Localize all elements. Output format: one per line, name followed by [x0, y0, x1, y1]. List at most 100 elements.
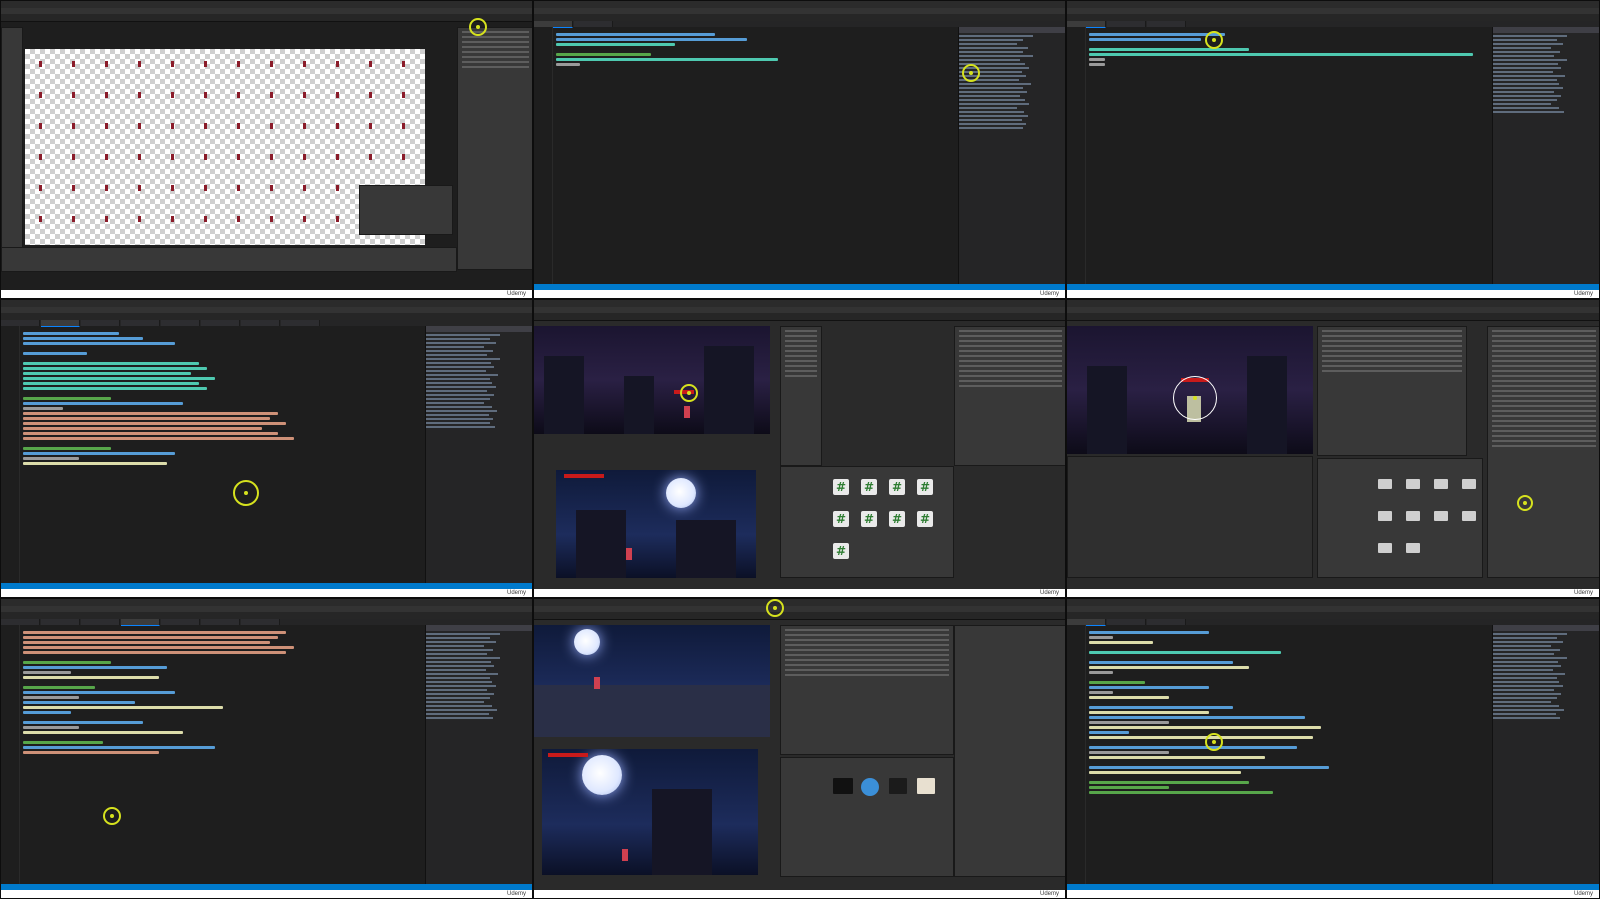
script-asset-icon: # — [861, 479, 877, 495]
sprite-frame — [204, 216, 207, 222]
caption-strip — [1067, 589, 1599, 597]
sprite-frame — [138, 185, 141, 191]
caption-strip — [1067, 290, 1599, 298]
sprite-frame — [72, 216, 75, 222]
hierarchy-panel[interactable] — [780, 326, 822, 466]
watermark-text: Udemy — [1573, 890, 1593, 898]
sprite-frame — [270, 216, 273, 222]
sprite-frame — [171, 123, 174, 129]
sprite-frame — [138, 216, 141, 222]
script-asset-icon: # — [861, 511, 877, 527]
watermark-text: Udemy — [506, 890, 526, 898]
sprite-frame — [72, 185, 75, 191]
sprite-frame — [303, 61, 306, 67]
folder-icon — [1462, 511, 1476, 521]
folder-icon — [1378, 479, 1392, 489]
sprite-frame — [336, 185, 339, 191]
sprite-frame — [336, 154, 339, 160]
sprite-frame — [303, 185, 306, 191]
sprite-frame — [237, 154, 240, 160]
watermark-text: Udemy — [1039, 290, 1059, 298]
folder-icon — [1406, 543, 1420, 553]
sprite-frame — [171, 92, 174, 98]
caption-strip — [1, 589, 532, 597]
sprite-frame — [105, 61, 108, 67]
hierarchy-panel[interactable] — [780, 625, 954, 755]
line-gutter — [1, 625, 20, 884]
sprite-frame — [270, 92, 273, 98]
watermark-text: Udemy — [506, 589, 526, 597]
title-bar — [1, 599, 532, 606]
caption-strip — [1067, 890, 1599, 898]
scene-view[interactable] — [534, 625, 770, 737]
code-editor[interactable] — [556, 31, 953, 282]
folder-icon — [1462, 479, 1476, 489]
hierarchy-panel — [1, 27, 23, 270]
gizmo-circle-icon — [1173, 376, 1217, 420]
toolbar[interactable] — [1067, 313, 1599, 321]
solution-explorer[interactable] — [425, 625, 532, 884]
tile-vs-enemy-states-2: Udemy — [0, 598, 533, 899]
player-sprite — [594, 677, 600, 689]
sprite-frame — [336, 92, 339, 98]
sprite-frame — [171, 216, 174, 222]
code-editor[interactable] — [23, 330, 422, 581]
script-asset-icon: # — [889, 479, 905, 495]
code-editor[interactable] — [1089, 629, 1489, 882]
folder-icon — [1378, 511, 1392, 521]
cursor-highlight-icon — [233, 480, 259, 506]
script-asset-icon: # — [889, 511, 905, 527]
sprite-frame — [402, 61, 405, 67]
inspector-panel[interactable] — [954, 326, 1065, 466]
tile-unity-scene-game-2: Udemy — [533, 598, 1066, 899]
sprite-frame — [105, 185, 108, 191]
project-panel[interactable] — [780, 757, 954, 877]
hierarchy-panel[interactable] — [1317, 326, 1467, 456]
sprite-frame — [270, 123, 273, 129]
inspector-panel — [954, 625, 1065, 877]
sprite-frame — [204, 61, 207, 67]
toolbar[interactable] — [1, 14, 532, 22]
sprite-frame — [39, 123, 42, 129]
sprite-frame — [72, 123, 75, 129]
project-panel[interactable] — [1317, 458, 1483, 578]
player-sprite — [622, 849, 628, 861]
folder-icon — [1434, 479, 1448, 489]
sprite-frame — [237, 92, 240, 98]
solution-explorer[interactable] — [1492, 625, 1599, 884]
screen-grid: Udemy Udemy Udemy Udemy # # # # # # # # … — [0, 0, 1600, 899]
inspector-panel[interactable] — [1487, 326, 1599, 578]
cursor-highlight-icon — [1205, 733, 1223, 751]
asset-icon — [917, 778, 935, 794]
scene-view[interactable] — [1067, 326, 1313, 454]
code-editor[interactable] — [1089, 31, 1489, 282]
console-panel — [1067, 456, 1313, 578]
script-asset-icon: # — [833, 511, 849, 527]
sprite-frame — [138, 154, 141, 160]
title-bar — [1, 300, 532, 307]
solution-explorer[interactable] — [425, 326, 532, 583]
scene-view[interactable] — [534, 326, 770, 434]
sprite-frame — [303, 92, 306, 98]
sprite-frame — [72, 154, 75, 160]
code-editor[interactable] — [23, 629, 422, 882]
project-panel[interactable]: # # # # # # # # # — [780, 466, 954, 578]
sprite-frame — [39, 61, 42, 67]
solution-explorer[interactable] — [1492, 27, 1599, 284]
sprite-frame — [270, 154, 273, 160]
toolbar[interactable] — [534, 313, 1065, 321]
sprite-frame — [369, 92, 372, 98]
toolbar[interactable] — [534, 612, 1065, 620]
cursor-highlight-icon — [1205, 31, 1223, 49]
game-view[interactable] — [556, 470, 756, 578]
sprite-frame — [237, 185, 240, 191]
sprite-frame — [204, 185, 207, 191]
sprite-frame — [72, 92, 75, 98]
line-gutter — [534, 27, 553, 284]
title-bar — [1067, 1, 1599, 8]
asset-icon — [889, 778, 907, 794]
title-bar — [534, 1, 1065, 8]
sprite-frame — [105, 92, 108, 98]
game-view[interactable] — [542, 749, 758, 875]
cursor-highlight-icon — [766, 599, 784, 617]
